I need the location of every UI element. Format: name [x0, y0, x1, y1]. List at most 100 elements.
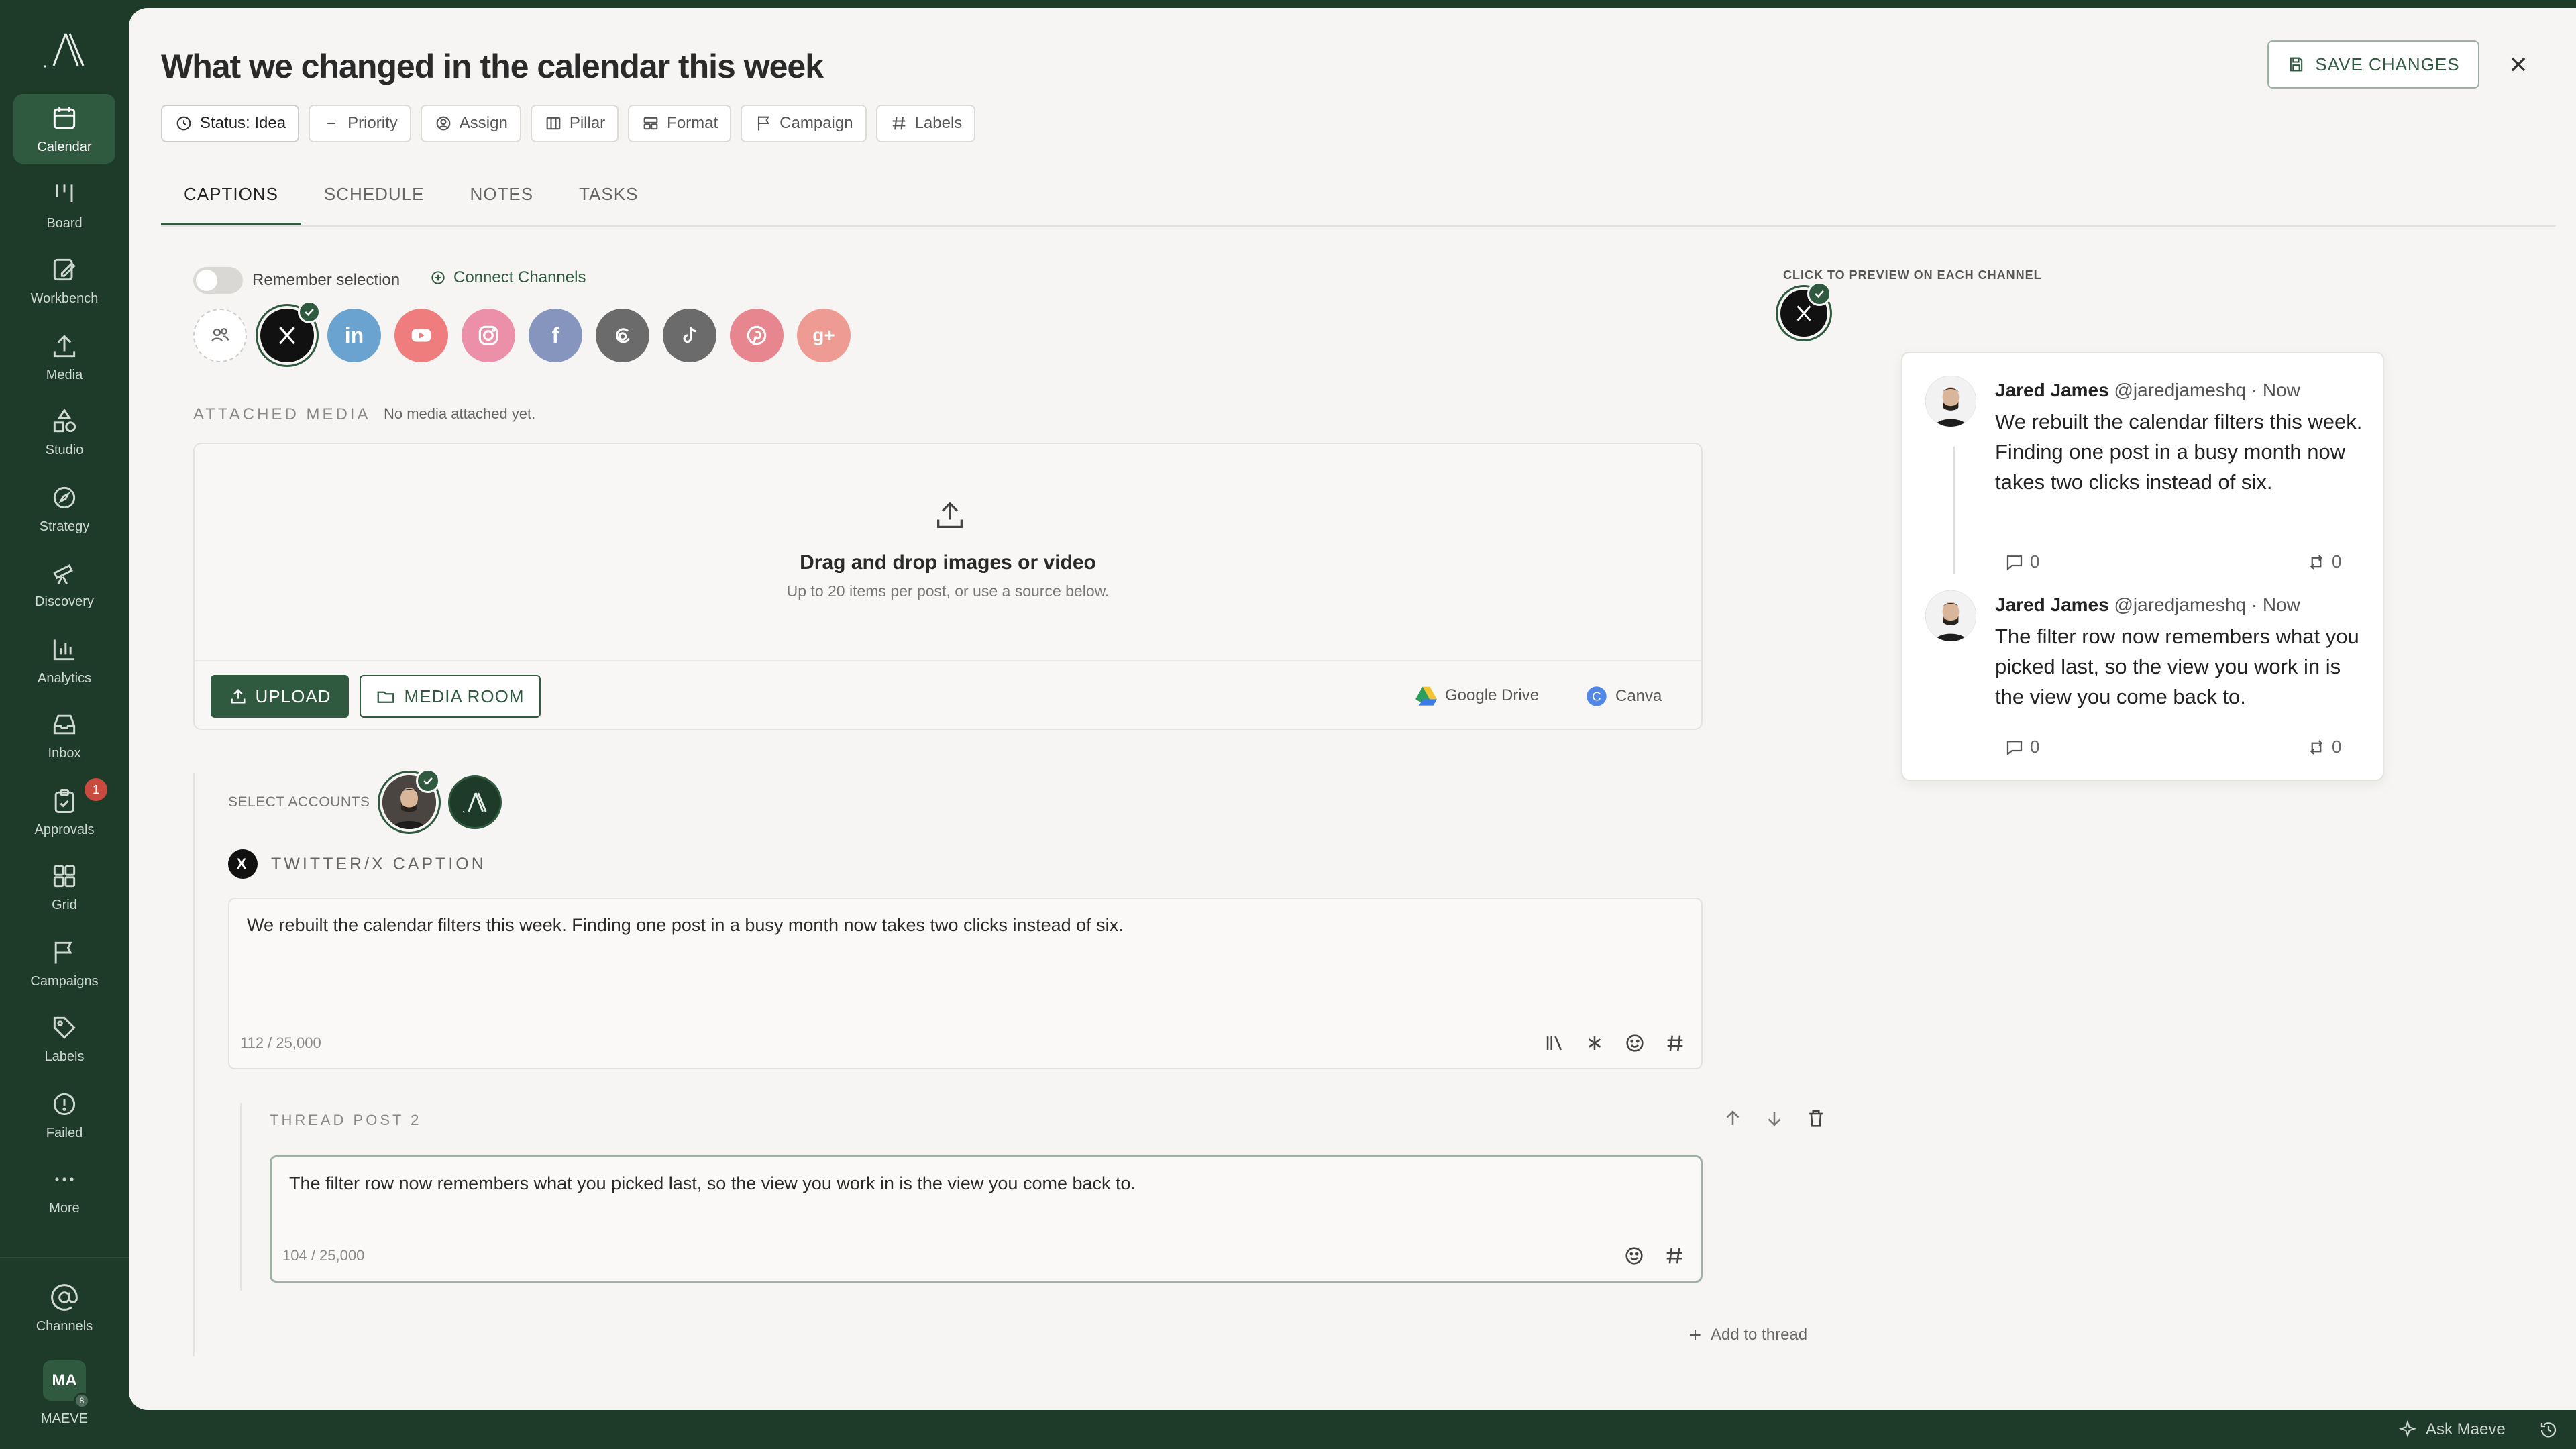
- pillar-chip[interactable]: Pillar: [530, 105, 619, 142]
- sidebar-item-studio[interactable]: Studio: [13, 397, 115, 467]
- workbench-icon: [53, 258, 76, 281]
- tab-tasks[interactable]: TASKS: [556, 184, 661, 225]
- sidebar-item-grid[interactable]: Grid: [13, 852, 115, 922]
- history-icon[interactable]: [2538, 1419, 2559, 1440]
- channel-threads[interactable]: [596, 309, 649, 362]
- media-room-button[interactable]: MEDIA ROOM: [360, 675, 541, 718]
- trash-icon[interactable]: [1805, 1107, 1827, 1130]
- sidebar-item-label: Studio: [45, 443, 84, 458]
- format-chip[interactable]: Format: [628, 105, 732, 142]
- channel-pinterest[interactable]: [730, 309, 784, 362]
- sidebar-item-labels[interactable]: Labels: [13, 1004, 115, 1073]
- comment-icon: [2006, 555, 2023, 570]
- sidebar-item-analytics[interactable]: Analytics: [13, 625, 115, 695]
- caption-textarea[interactable]: We rebuilt the calendar filters this wee…: [228, 898, 1703, 1069]
- sidebar-item-label: Failed: [46, 1126, 83, 1140]
- sidebar-item-strategy[interactable]: Strategy: [13, 474, 115, 543]
- save-changes-button[interactable]: SAVE CHANGES: [2267, 40, 2479, 89]
- instagram-icon: [478, 325, 498, 345]
- status-chip[interactable]: Status: Idea: [161, 105, 300, 142]
- sidebar-item-more[interactable]: More: [13, 1155, 115, 1225]
- thread-connector: [193, 773, 195, 1356]
- brand-logo[interactable]: [39, 30, 90, 70]
- upload-button[interactable]: UPLOAD: [211, 675, 349, 718]
- sidebar-item-calendar[interactable]: Calendar: [13, 94, 115, 164]
- sidebar-item-approvals[interactable]: Approvals 1: [13, 777, 115, 847]
- sidebar-item-media[interactable]: Media: [13, 322, 115, 392]
- ask-maeve-button[interactable]: Ask Maeve: [2398, 1419, 2506, 1440]
- remember-selection-label: Remember selection: [252, 271, 400, 289]
- tab-notes[interactable]: NOTES: [447, 184, 557, 225]
- sidebar-item-failed[interactable]: Failed: [13, 1080, 115, 1150]
- tweet-text: We rebuilt the calendar filters this wee…: [1995, 410, 2363, 494]
- labels-chip-label: Labels: [914, 114, 963, 132]
- facebook-icon: f: [551, 323, 559, 347]
- sidebar-item-label: Inbox: [48, 746, 81, 761]
- library-icon[interactable]: [1543, 1032, 1566, 1055]
- sidebar-item-discovery[interactable]: Discovery: [13, 549, 115, 619]
- tweet-repost-count: 0: [2332, 737, 2342, 757]
- brand-logo-icon: [462, 792, 487, 814]
- channel-youtube[interactable]: [394, 309, 448, 362]
- layout-icon: [643, 117, 658, 130]
- sidebar-item-label: Analytics: [37, 671, 92, 686]
- sparkle-icon[interactable]: [1583, 1032, 1606, 1055]
- tab-captions[interactable]: CAPTIONS: [161, 184, 301, 225]
- columns-icon: [546, 117, 561, 130]
- channel-twitter-x[interactable]: [260, 301, 321, 362]
- sidebar-item-campaigns[interactable]: Campaigns: [13, 928, 115, 998]
- channel-tiktok[interactable]: [663, 309, 716, 362]
- channel-group-button[interactable]: [193, 309, 247, 362]
- add-to-thread-button[interactable]: Add to thread: [1686, 1326, 1807, 1344]
- channel-instagram[interactable]: [462, 309, 515, 362]
- google-drive-button[interactable]: Google Drive: [1415, 686, 1539, 706]
- sidebar-item-board[interactable]: Board: [13, 170, 115, 240]
- user-circle-icon: [436, 116, 451, 131]
- hashtag-icon[interactable]: [1663, 1244, 1686, 1267]
- no-media-text: No media attached yet.: [384, 405, 536, 422]
- remember-selection-toggle[interactable]: [193, 267, 243, 294]
- person-avatar-icon: [1925, 376, 1976, 427]
- sidebar-item-inbox[interactable]: Inbox: [13, 700, 115, 770]
- sidebar-item-channels[interactable]: Channels: [13, 1273, 115, 1343]
- minus-icon: [327, 122, 335, 125]
- sidebar-item-workbench[interactable]: Workbench: [13, 246, 115, 315]
- thread-post-text-toolbar: [1623, 1244, 1686, 1267]
- emoji-icon[interactable]: [1623, 1032, 1646, 1055]
- connect-channels-link[interactable]: Connect Channels: [429, 268, 586, 287]
- channel-facebook[interactable]: f: [529, 309, 582, 362]
- caption-label-text: TWITTER/X CAPTION: [271, 854, 486, 873]
- tweet-handle: @jaredjameshq · Now: [2114, 380, 2300, 400]
- hashtag-icon[interactable]: [1664, 1032, 1686, 1055]
- account-avatar-brand[interactable]: [448, 775, 502, 829]
- thread-post-textarea[interactable]: The filter row now remembers what you pi…: [270, 1155, 1703, 1283]
- canva-button[interactable]: C Canva: [1586, 686, 1662, 707]
- hash-icon: [892, 117, 905, 130]
- flag-icon: [54, 941, 72, 964]
- comment-icon: [2006, 740, 2023, 755]
- sidebar-item-label: Strategy: [39, 519, 90, 534]
- tab-schedule[interactable]: SCHEDULE: [301, 184, 447, 225]
- priority-chip[interactable]: Priority: [309, 105, 411, 142]
- labels-chip[interactable]: Labels: [875, 105, 976, 142]
- inbox-icon: [53, 714, 76, 735]
- tweet-preview-card: Jared James @jaredjameshq · Now We rebui…: [1901, 352, 2384, 781]
- thread-post-label: THREAD POST 2: [270, 1112, 422, 1128]
- campaign-chip[interactable]: Campaign: [741, 105, 867, 142]
- svg-text:C: C: [1592, 690, 1601, 704]
- tweet-thread-line: [1953, 447, 1955, 574]
- sidebar-item-label: Calendar: [37, 140, 92, 154]
- avatar: [1925, 590, 1976, 641]
- analytics-icon: [53, 639, 74, 661]
- close-icon[interactable]: [2504, 50, 2533, 79]
- emoji-icon[interactable]: [1623, 1244, 1646, 1267]
- arrow-up-icon[interactable]: [1721, 1107, 1744, 1130]
- arrow-down-icon[interactable]: [1763, 1107, 1786, 1130]
- tag-icon: [53, 1016, 76, 1039]
- upload-icon: [231, 689, 246, 704]
- tweet-replies: 0: [2004, 737, 2039, 757]
- channel-linkedin[interactable]: in: [327, 309, 381, 362]
- media-dropzone[interactable]: Drag and drop images or video Up to 20 i…: [193, 443, 1703, 730]
- channel-google-business[interactable]: g+: [797, 309, 851, 362]
- assign-chip[interactable]: Assign: [420, 105, 521, 142]
